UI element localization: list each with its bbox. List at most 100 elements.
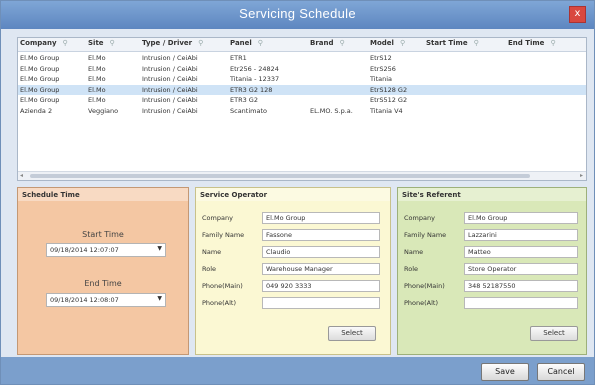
dropdown-arrow-icon[interactable]: ▼ bbox=[157, 245, 162, 252]
text-field[interactable]: 049 920 3333 bbox=[262, 280, 380, 292]
field-label: Family Name bbox=[202, 231, 245, 239]
field-value: El.Mo Group bbox=[266, 214, 306, 222]
save-button[interactable]: Save bbox=[481, 363, 529, 381]
field-value: Store Operator bbox=[468, 265, 517, 273]
cancel-button[interactable]: Cancel bbox=[537, 363, 585, 381]
service-operator-title: Service Operator bbox=[200, 191, 268, 199]
text-field[interactable]: Warehouse Manager bbox=[262, 263, 380, 275]
end-time-picker[interactable]: 09/18/2014 12:08:07 ▼ bbox=[46, 293, 166, 307]
table-cell: Veggiano bbox=[88, 106, 119, 115]
column-header-label: Type / Driver bbox=[142, 39, 193, 47]
scrollbar-thumb[interactable] bbox=[30, 174, 530, 178]
field-label: Name bbox=[202, 248, 222, 256]
column-header[interactable]: Site ⚲ bbox=[88, 39, 115, 47]
text-field[interactable]: Fassone bbox=[262, 229, 380, 241]
filter-icon[interactable]: ⚲ bbox=[110, 39, 115, 47]
site-referent-panel: Site's Referent Company El.Mo Group Family… bbox=[397, 187, 587, 355]
dropdown-arrow-icon[interactable]: ▼ bbox=[157, 295, 162, 302]
field-label: Phone(Main) bbox=[202, 282, 243, 290]
filter-icon[interactable]: ⚲ bbox=[198, 39, 203, 47]
filter-icon[interactable]: ⚲ bbox=[258, 39, 263, 47]
column-header-label: Panel bbox=[230, 39, 252, 47]
field-label: Company bbox=[404, 214, 435, 222]
text-field[interactable] bbox=[262, 297, 380, 309]
table-cell: Scantimato bbox=[230, 106, 267, 115]
title-bar: Servicing Schedule x bbox=[1, 1, 594, 29]
table-cell: ETR3 G2 128 bbox=[230, 85, 273, 94]
column-header[interactable]: Brand ⚲ bbox=[310, 39, 345, 47]
table-cell: El.Mo bbox=[88, 96, 106, 104]
table-cell: Titania bbox=[370, 75, 393, 83]
table-cell: Titania - 12337 bbox=[230, 75, 280, 83]
start-time-value: 09/18/2014 12:07:07 bbox=[50, 246, 119, 254]
table-cell: El.Mo bbox=[88, 75, 106, 83]
operator-select-button[interactable]: Select bbox=[328, 326, 376, 341]
table-cell: El.Mo Group bbox=[20, 75, 60, 83]
text-field[interactable]: 348 52187550 bbox=[464, 280, 578, 292]
table-cell: EtrS256 bbox=[370, 64, 396, 73]
table-row[interactable]: El.Mo Group El.Mo Intrusion / CeiAbi ETR1 Et… bbox=[18, 53, 586, 63]
referent-select-button[interactable]: Select bbox=[530, 326, 578, 341]
field-value: Matteo bbox=[468, 248, 491, 256]
text-field[interactable] bbox=[464, 297, 578, 309]
filter-icon[interactable]: ⚲ bbox=[550, 39, 555, 47]
column-header[interactable]: Type / Driver ⚲ bbox=[142, 39, 203, 47]
column-header-label: Site bbox=[88, 39, 104, 47]
end-time-label: End Time bbox=[84, 279, 122, 288]
start-time-label: Start Time bbox=[82, 230, 124, 239]
grid-header: Company ⚲ Site ⚲ Type / Driver ⚲ Panel ⚲ Brand ⚲ M… bbox=[18, 38, 586, 52]
service-operator-panel: Service Operator Company El.Mo Group Famil… bbox=[195, 187, 391, 355]
table-cell: EtrS512 G2 bbox=[370, 96, 408, 104]
filter-icon[interactable]: ⚲ bbox=[63, 39, 68, 47]
column-header-label: Company bbox=[20, 39, 57, 47]
table-cell: El.Mo bbox=[88, 85, 106, 94]
text-field[interactable]: El.Mo Group bbox=[464, 212, 578, 224]
field-label: Company bbox=[202, 214, 233, 222]
table-cell: Titania V4 bbox=[370, 106, 403, 115]
field-label: Name bbox=[404, 248, 424, 256]
table-row[interactable]: El.Mo Group El.Mo Intrusion / CeiAbi ETR3 G… bbox=[18, 84, 586, 95]
table-row[interactable]: El.Mo Group El.Mo Intrusion / CeiAbi ETR3 G… bbox=[18, 95, 586, 105]
column-header[interactable]: Start Time ⚲ bbox=[426, 39, 479, 47]
column-header[interactable]: Company ⚲ bbox=[20, 39, 68, 47]
horizontal-scrollbar[interactable]: ◂ ▸ bbox=[18, 171, 586, 180]
table-cell: EtrS128 G2 bbox=[370, 85, 408, 94]
text-field[interactable]: Store Operator bbox=[464, 263, 578, 275]
filter-icon[interactable]: ⚲ bbox=[340, 39, 345, 47]
text-field[interactable]: El.Mo Group bbox=[262, 212, 380, 224]
window-title: Servicing Schedule bbox=[239, 6, 356, 21]
column-header[interactable]: Model ⚲ bbox=[370, 39, 405, 47]
schedule-time-panel: Schedule Time Start Time 09/18/2014 12:0… bbox=[17, 187, 189, 355]
table-row[interactable]: El.Mo Group El.Mo Intrusion / CeiAbi Etr256… bbox=[18, 64, 586, 74]
column-header-label: Brand bbox=[310, 39, 334, 47]
table-row[interactable]: El.Mo Group El.Mo Intrusion / CeiAbi Titani… bbox=[18, 74, 586, 84]
table-cell: Intrusion / CeiAbi bbox=[142, 64, 198, 73]
text-field[interactable]: Claudio bbox=[262, 246, 380, 258]
site-referent-title: Site's Referent bbox=[402, 191, 461, 199]
field-value: Fassone bbox=[266, 231, 292, 239]
table-cell: El.Mo Group bbox=[20, 54, 60, 62]
field-value: Claudio bbox=[266, 248, 291, 256]
column-header[interactable]: End Time ⚲ bbox=[508, 39, 556, 47]
table-cell: El.Mo Group bbox=[20, 85, 60, 94]
scroll-left-icon[interactable]: ◂ bbox=[20, 172, 23, 179]
text-field[interactable]: Matteo bbox=[464, 246, 578, 258]
field-label: Family Name bbox=[404, 231, 447, 239]
table-cell: Intrusion / CeiAbi bbox=[142, 96, 198, 104]
schedule-time-title: Schedule Time bbox=[22, 191, 80, 199]
field-value: Lazzarini bbox=[468, 231, 497, 239]
text-field[interactable]: Lazzarini bbox=[464, 229, 578, 241]
filter-icon[interactable]: ⚲ bbox=[474, 39, 479, 47]
field-label: Role bbox=[202, 265, 217, 273]
filter-icon[interactable]: ⚲ bbox=[400, 39, 405, 47]
close-icon[interactable]: x bbox=[569, 6, 586, 23]
end-time-value: 09/18/2014 12:08:07 bbox=[50, 296, 119, 304]
column-header[interactable]: Panel ⚲ bbox=[230, 39, 263, 47]
table-cell: Intrusion / CeiAbi bbox=[142, 54, 198, 62]
field-value: 348 52187550 bbox=[468, 282, 516, 290]
table-cell: Intrusion / CeiAbi bbox=[142, 85, 198, 94]
start-time-picker[interactable]: 09/18/2014 12:07:07 ▼ bbox=[46, 243, 166, 257]
column-header-label: Model bbox=[370, 39, 394, 47]
table-row[interactable]: Azienda 2 Veggiano Intrusion / CeiAbi Scant… bbox=[18, 106, 586, 116]
scroll-right-icon[interactable]: ▸ bbox=[580, 172, 583, 179]
